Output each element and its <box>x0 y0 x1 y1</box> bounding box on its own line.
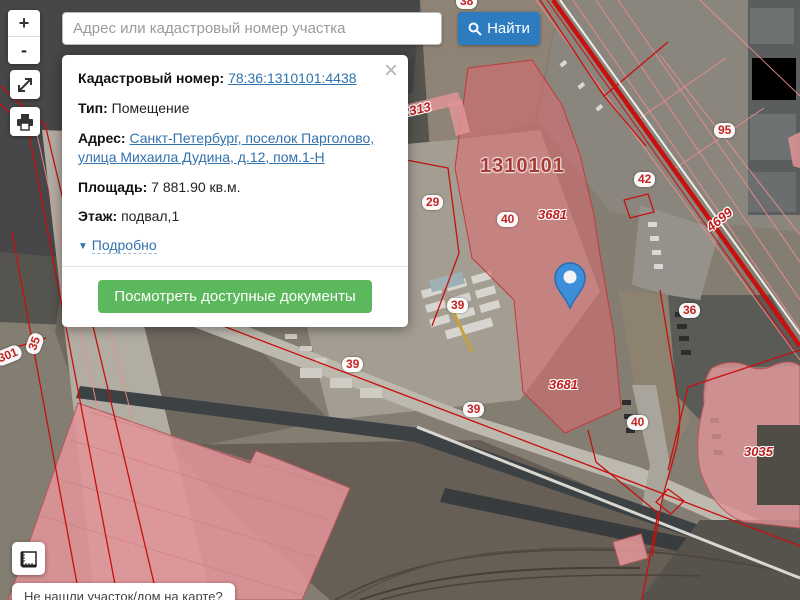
cadastral-number-row: Кадастровый номер: 78:36:1310101:4438 <box>78 69 392 88</box>
not-found-banner[interactable]: Не нашли участок/дом на карте? <box>12 583 235 600</box>
printer-icon <box>15 112 35 132</box>
area-label: Площадь: <box>78 179 147 195</box>
floor-row: Этаж: подвал,1 <box>78 207 392 226</box>
view-documents-button[interactable]: Посмотреть доступные документы <box>98 280 371 313</box>
type-value: Помещение <box>112 100 190 116</box>
zoom-in-button[interactable]: + <box>8 10 40 37</box>
popup-divider <box>62 266 408 267</box>
cadastral-map-app: 38 95 42 4699 36 3035 40 3681 3681 40 29… <box>0 0 800 600</box>
zoom-out-button[interactable]: - <box>8 37 40 64</box>
address-row: Адрес: Санкт-Петербург, поселок Парголов… <box>78 129 392 167</box>
location-marker-icon[interactable] <box>552 262 588 310</box>
ruler-square-icon <box>18 548 40 570</box>
search-input[interactable] <box>62 12 442 45</box>
type-row: Тип: Помещение <box>78 99 392 118</box>
chevron-down-icon: ▼ <box>78 241 88 252</box>
close-icon[interactable]: × <box>384 59 398 83</box>
search-button[interactable]: Найти <box>458 12 540 45</box>
parcel-info-popup: × Кадастровый номер: 78:36:1310101:4438 … <box>62 55 408 327</box>
floor-label: Этаж: <box>78 208 117 224</box>
zoom-control: + - <box>8 10 40 64</box>
search-icon <box>468 22 482 36</box>
details-row: ▼ Подробно <box>78 237 392 253</box>
search-button-label: Найти <box>487 20 530 37</box>
diagonal-arrows-icon <box>15 75 35 95</box>
details-link[interactable]: Подробно <box>92 237 157 254</box>
print-button[interactable] <box>10 107 40 136</box>
floor-value: подвал,1 <box>121 208 179 224</box>
cadastral-number-link[interactable]: 78:36:1310101:4438 <box>228 70 356 86</box>
area-value: 7 881.90 кв.м. <box>151 179 240 195</box>
area-row: Площадь: 7 881.90 кв.м. <box>78 178 392 197</box>
measure-extent-button[interactable] <box>12 542 45 575</box>
address-label: Адрес: <box>78 130 126 146</box>
type-label: Тип: <box>78 100 108 116</box>
fullscreen-button[interactable] <box>10 70 40 99</box>
cadastral-number-label: Кадастровый номер: <box>78 70 224 86</box>
